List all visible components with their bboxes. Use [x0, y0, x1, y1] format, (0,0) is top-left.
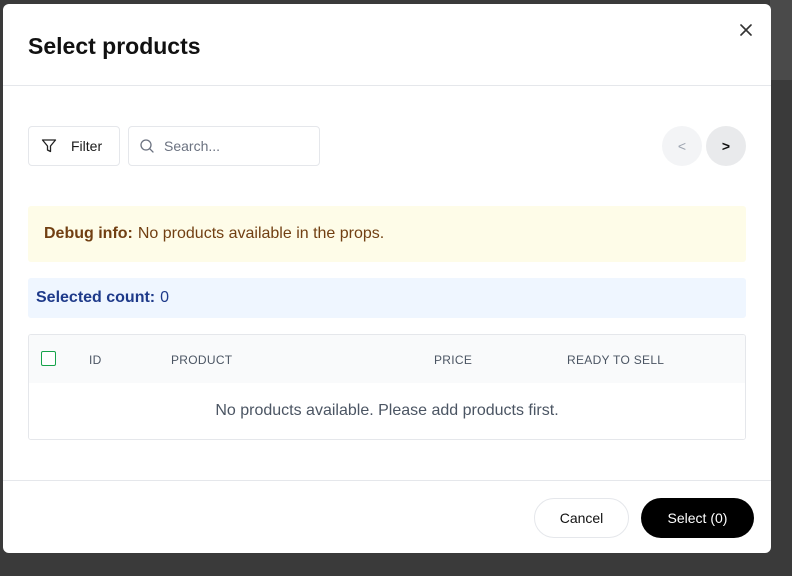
search-box[interactable]: [128, 126, 320, 166]
products-table: ID PRODUCT PRICE READY TO SELL No produc…: [28, 334, 746, 440]
selected-count-value: 0: [160, 289, 170, 306]
table-header: ID PRODUCT PRICE READY TO SELL: [29, 335, 745, 383]
debug-info-label: Debug info:: [44, 225, 133, 242]
close-button[interactable]: [735, 19, 757, 41]
column-header-product: PRODUCT: [171, 353, 233, 367]
debug-info-banner: Debug info: No products available in the…: [28, 206, 746, 262]
filter-icon: [41, 139, 57, 153]
modal-header: Select products: [3, 4, 771, 86]
search-input[interactable]: [164, 138, 304, 154]
modal-title: Select products: [28, 33, 201, 59]
selected-count-banner: Selected count: 0: [28, 278, 746, 318]
debug-info-message: No products available in the props.: [137, 225, 385, 242]
empty-state-message: No products available. Please add produc…: [29, 383, 745, 439]
toolbar: Filter < >: [28, 126, 746, 166]
column-header-id: ID: [89, 353, 102, 367]
select-all-checkbox[interactable]: [41, 351, 56, 366]
column-header-ready-to-sell: READY TO SELL: [567, 353, 665, 367]
close-icon: [740, 24, 752, 36]
modal-footer: Cancel Select (0): [3, 480, 771, 553]
column-header-price: PRICE: [434, 353, 473, 367]
search-icon: [140, 139, 154, 153]
select-button[interactable]: Select (0): [641, 498, 754, 538]
selected-count-label: Selected count:: [36, 289, 156, 306]
page-backdrop: [770, 0, 792, 80]
next-page-button[interactable]: >: [706, 126, 746, 166]
previous-page-button[interactable]: <: [662, 126, 702, 166]
filter-button[interactable]: Filter: [28, 126, 120, 166]
select-products-modal: Select products Filter < > Debug info: N…: [3, 4, 771, 553]
filter-label: Filter: [71, 138, 103, 154]
cancel-button[interactable]: Cancel: [534, 498, 629, 538]
